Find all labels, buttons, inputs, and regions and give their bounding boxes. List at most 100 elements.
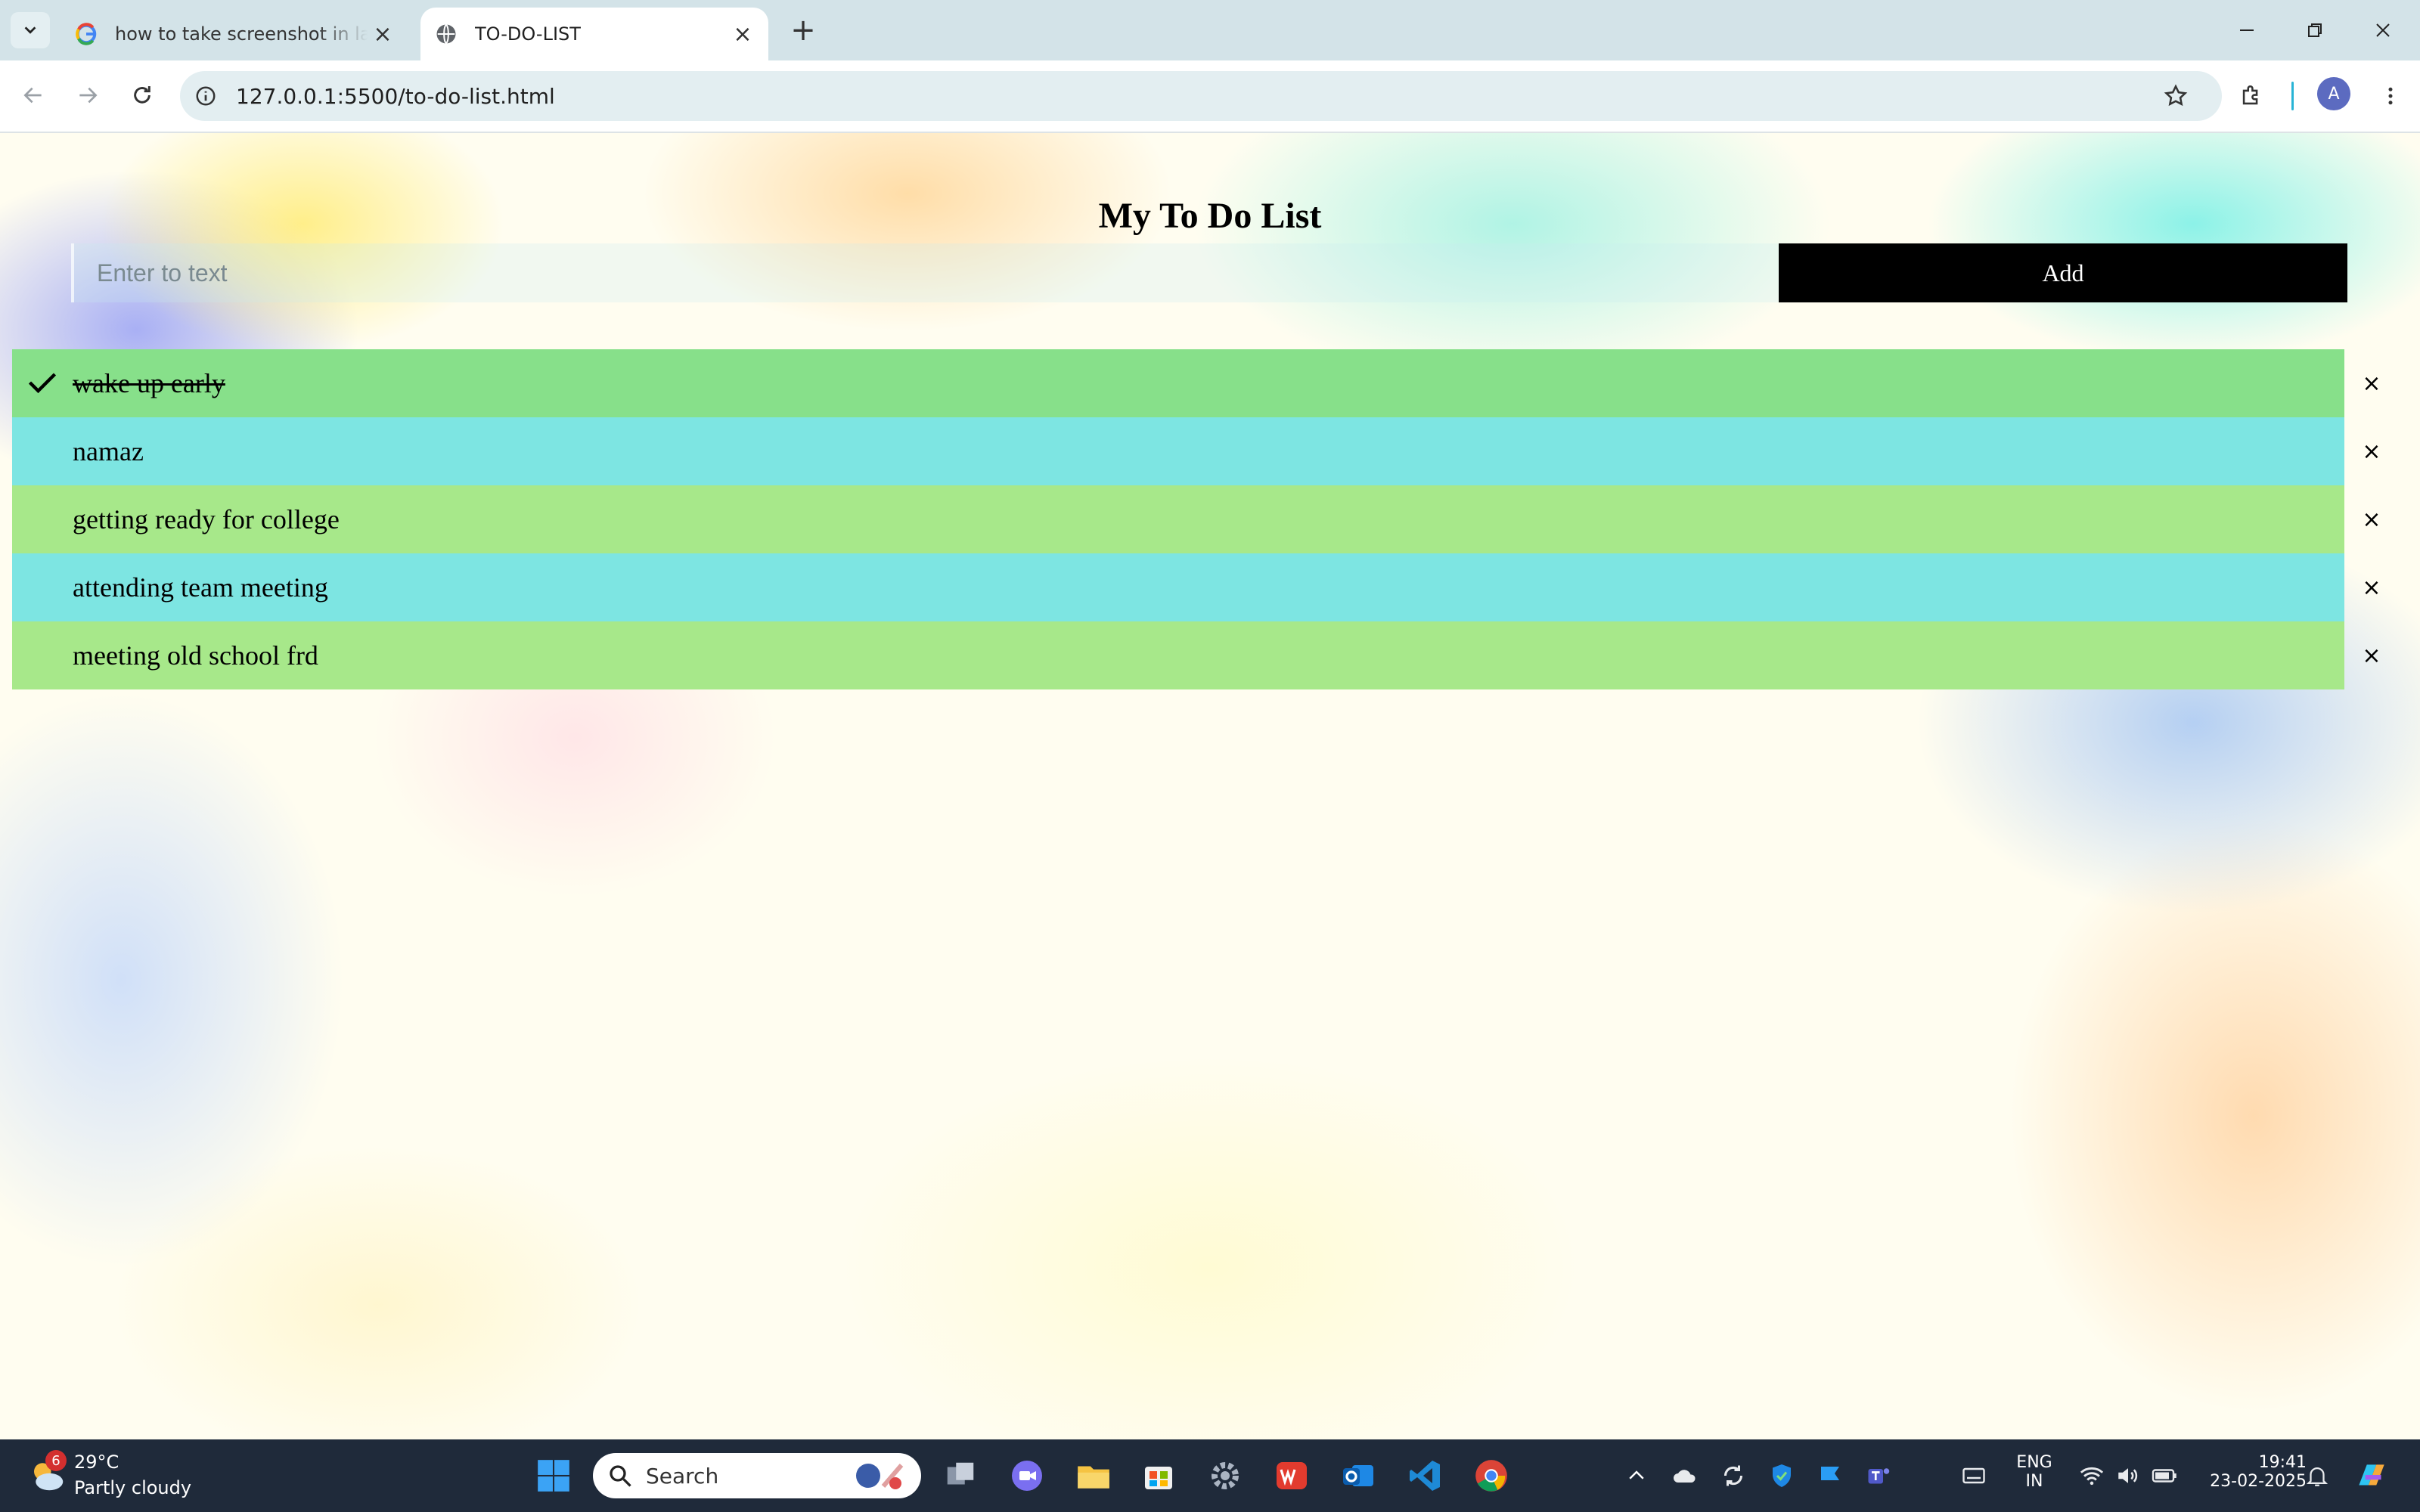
remove-item-icon[interactable]: × bbox=[2356, 368, 2387, 398]
item-background bbox=[12, 553, 2344, 621]
copilot-icon bbox=[2359, 1464, 2384, 1486]
store-button[interactable] bbox=[1134, 1452, 1183, 1500]
profile-avatar[interactable]: A bbox=[2317, 77, 2350, 110]
bookmark-star-button[interactable] bbox=[2157, 77, 2195, 115]
remove-item-icon[interactable]: × bbox=[2356, 504, 2387, 534]
search-icon bbox=[610, 1465, 631, 1487]
onedrive-button[interactable] bbox=[1661, 1452, 1709, 1500]
file-explorer-button[interactable] bbox=[1069, 1452, 1118, 1500]
item-background bbox=[12, 349, 2344, 417]
wps-office-button[interactable] bbox=[1267, 1452, 1316, 1500]
list-item[interactable]: attending team meeting × bbox=[12, 553, 2405, 621]
bell-icon bbox=[2306, 1467, 2328, 1486]
reload-button[interactable] bbox=[124, 77, 160, 113]
list-item[interactable]: namaz × bbox=[12, 417, 2405, 485]
site-info-icon[interactable] bbox=[191, 81, 221, 111]
list-item[interactable]: wake up early × bbox=[12, 349, 2405, 417]
add-button[interactable]: Add bbox=[1779, 243, 2347, 302]
back-arrow-icon bbox=[23, 87, 42, 104]
keyboard-icon bbox=[1962, 1467, 1985, 1484]
restore-icon bbox=[2308, 23, 2322, 37]
forward-arrow-icon bbox=[79, 87, 98, 104]
list-item[interactable]: getting ready for college × bbox=[12, 485, 2405, 553]
remove-item-icon[interactable]: × bbox=[2356, 572, 2387, 603]
wifi-icon bbox=[2080, 1467, 2104, 1486]
task-view-button[interactable] bbox=[936, 1452, 985, 1500]
battery-button[interactable] bbox=[2140, 1452, 2189, 1500]
outlook-button[interactable] bbox=[1334, 1452, 1382, 1500]
kebab-menu-icon bbox=[2388, 87, 2393, 105]
item-text: getting ready for college bbox=[73, 504, 340, 534]
temperature: 29°C bbox=[74, 1452, 119, 1473]
language-code: ENG bbox=[2016, 1453, 2052, 1472]
todo-list: wake up early × namaz × getting ready fo… bbox=[12, 349, 2405, 689]
copilot-button[interactable] bbox=[2347, 1452, 2396, 1500]
back-button[interactable] bbox=[15, 77, 51, 113]
settings-button[interactable] bbox=[1201, 1452, 1249, 1500]
address-bar[interactable]: 127.0.0.1:5500/to-do-list.html bbox=[180, 71, 2222, 121]
chrome-icon bbox=[1475, 1460, 1507, 1492]
weather-condition: Partly cloudy bbox=[74, 1477, 192, 1498]
globe-icon bbox=[434, 22, 458, 46]
new-tab-button[interactable]: + bbox=[786, 13, 820, 48]
video-chat-icon bbox=[1012, 1461, 1042, 1491]
gear-icon bbox=[1212, 1462, 1239, 1489]
cricket-highlight-icon bbox=[856, 1464, 904, 1489]
chrome-button[interactable] bbox=[1467, 1452, 1516, 1500]
puzzle-icon bbox=[2242, 85, 2258, 105]
show-hidden-icons-button[interactable] bbox=[1612, 1452, 1661, 1500]
minimize-icon bbox=[2240, 29, 2254, 31]
notifications-button[interactable] bbox=[2293, 1452, 2341, 1500]
chevron-up-icon bbox=[1629, 1470, 1644, 1479]
outlook-icon bbox=[1343, 1465, 1373, 1486]
vscode-button[interactable] bbox=[1401, 1452, 1449, 1500]
cloud-icon bbox=[1674, 1470, 1696, 1483]
taskbar-search[interactable]: Search bbox=[593, 1453, 921, 1498]
wps-office-icon bbox=[1277, 1462, 1307, 1489]
forward-button[interactable] bbox=[70, 77, 106, 113]
tab-title: TO-DO-LIST bbox=[475, 23, 581, 45]
start-button[interactable] bbox=[529, 1452, 578, 1500]
meet-app-button[interactable] bbox=[1003, 1452, 1051, 1500]
checkmark-icon bbox=[28, 373, 57, 394]
shield-icon bbox=[1773, 1464, 1791, 1487]
clock[interactable]: 19:41 23-02-2025 bbox=[2193, 1453, 2307, 1491]
sync-button[interactable] bbox=[1709, 1452, 1758, 1500]
close-tab-icon[interactable]: × bbox=[368, 19, 398, 49]
item-background bbox=[12, 621, 2344, 689]
security-button[interactable] bbox=[1758, 1452, 1806, 1500]
teams-button[interactable] bbox=[1854, 1452, 1903, 1500]
windows-logo-icon bbox=[538, 1460, 569, 1492]
task-input[interactable] bbox=[71, 243, 1779, 302]
close-icon bbox=[2376, 23, 2390, 37]
page-title: My To Do List bbox=[1098, 196, 1322, 236]
remove-item-icon[interactable]: × bbox=[2356, 436, 2387, 466]
item-text: namaz bbox=[73, 436, 144, 466]
task-view-icon bbox=[947, 1462, 974, 1485]
tab-search-button[interactable] bbox=[11, 12, 50, 48]
messenger-button[interactable] bbox=[1806, 1452, 1854, 1500]
list-item[interactable]: meeting old school frd × bbox=[12, 621, 2405, 689]
clock-time: 19:41 bbox=[2258, 1453, 2307, 1472]
language-indicator[interactable]: ENG IN bbox=[2004, 1453, 2065, 1491]
minimize-button[interactable] bbox=[2213, 8, 2281, 53]
store-icon bbox=[1145, 1467, 1172, 1489]
restore-button[interactable] bbox=[2281, 8, 2349, 53]
toolbar-separator bbox=[2291, 82, 2294, 110]
url-text: 127.0.0.1:5500/to-do-list.html bbox=[236, 83, 555, 109]
tab-strip: how to take screenshot in laptop × TO-DO… bbox=[0, 0, 2420, 60]
google-icon bbox=[74, 22, 98, 46]
browser-menu-button[interactable] bbox=[2372, 77, 2409, 115]
tab-title: how to take screenshot in laptop bbox=[115, 23, 368, 45]
sync-icon bbox=[1723, 1465, 1743, 1486]
touch-keyboard-button[interactable] bbox=[1950, 1452, 1998, 1500]
close-window-button[interactable] bbox=[2349, 8, 2417, 53]
tab-to-do-list[interactable]: TO-DO-LIST × bbox=[420, 8, 768, 60]
remove-item-icon[interactable]: × bbox=[2356, 640, 2387, 671]
extensions-button[interactable] bbox=[2232, 77, 2270, 115]
item-background bbox=[12, 485, 2344, 553]
close-tab-icon[interactable]: × bbox=[728, 19, 758, 49]
teams-icon bbox=[1868, 1468, 1890, 1484]
tab-google-search[interactable]: how to take screenshot in laptop × bbox=[60, 8, 408, 60]
flag-icon bbox=[1821, 1467, 1839, 1480]
